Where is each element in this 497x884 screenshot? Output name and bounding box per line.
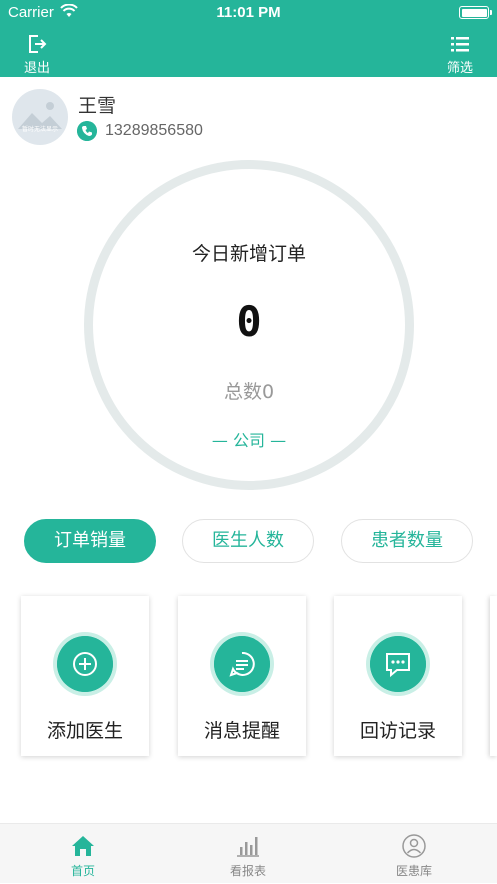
logout-icon: [29, 35, 47, 53]
user-phone: 13289856580: [105, 122, 203, 139]
message-reminder-card[interactable]: 消息提醒: [178, 596, 306, 756]
filter-label: 筛选: [446, 61, 473, 76]
home-icon: [72, 836, 94, 856]
daily-orders-ring: 今日新增订单 0 总数0 — 公司 —: [84, 160, 414, 490]
user-circle-icon: [402, 834, 426, 858]
tab-home[interactable]: 首页: [28, 824, 138, 884]
add-doctor-card[interactable]: 添加医生: [21, 596, 149, 756]
tab-doctor-patient-library[interactable]: 医患库: [359, 824, 469, 884]
tab-order-sales[interactable]: 订单销量: [24, 519, 156, 563]
tab-doctor-count[interactable]: 医生人数: [182, 519, 314, 563]
tab-home-label: 首页: [70, 864, 95, 878]
plus-circle-icon: [57, 636, 113, 692]
bottom-tab-bar: 首页 看报表 医患库: [0, 823, 497, 883]
tab-reports-label: 看报表: [229, 864, 266, 878]
add-doctor-label: 添加医生: [46, 720, 123, 742]
phone-icon: [77, 121, 97, 141]
tab-doctor-patient-library-label: 医患库: [395, 864, 432, 878]
follow-up-record-card[interactable]: 回访记录: [334, 596, 462, 756]
image-placeholder-icon: [18, 102, 62, 129]
avatar[interactable]: 暂时无法显示: [12, 89, 68, 145]
app-header: Carrier 11:01 PM 退出 筛选: [0, 0, 497, 77]
follow-up-record-label: 回访记录: [359, 720, 436, 742]
tab-reports[interactable]: 看报表: [193, 824, 303, 884]
new-order-count: 0: [236, 297, 262, 346]
battery-icon: [459, 6, 492, 19]
chat-dots-icon: [370, 636, 426, 692]
clock: 11:01 PM: [216, 4, 281, 21]
bar-chart-icon: [237, 837, 259, 857]
avatar-caption: 暂时无法显示: [21, 126, 58, 133]
total-count: 总数0: [223, 381, 275, 403]
user-name: 王雪: [78, 95, 117, 117]
filter-button[interactable]: 筛选: [440, 33, 480, 76]
list-filter-icon: [451, 37, 469, 52]
exit-button[interactable]: 退出: [17, 33, 57, 76]
tab-patient-count[interactable]: 患者数量: [341, 519, 473, 563]
exit-label: 退出: [23, 61, 50, 76]
user-profile: 暂时无法显示 王雪 13289856580: [12, 89, 482, 149]
next-action-card-peek[interactable]: [490, 596, 497, 756]
ring-title: 今日新增订单: [191, 243, 306, 265]
scope-label[interactable]: — 公司 —: [93, 427, 405, 451]
message-icon: [214, 636, 270, 692]
status-bar: Carrier 11:01 PM: [0, 0, 497, 24]
message-reminder-label: 消息提醒: [203, 720, 280, 742]
